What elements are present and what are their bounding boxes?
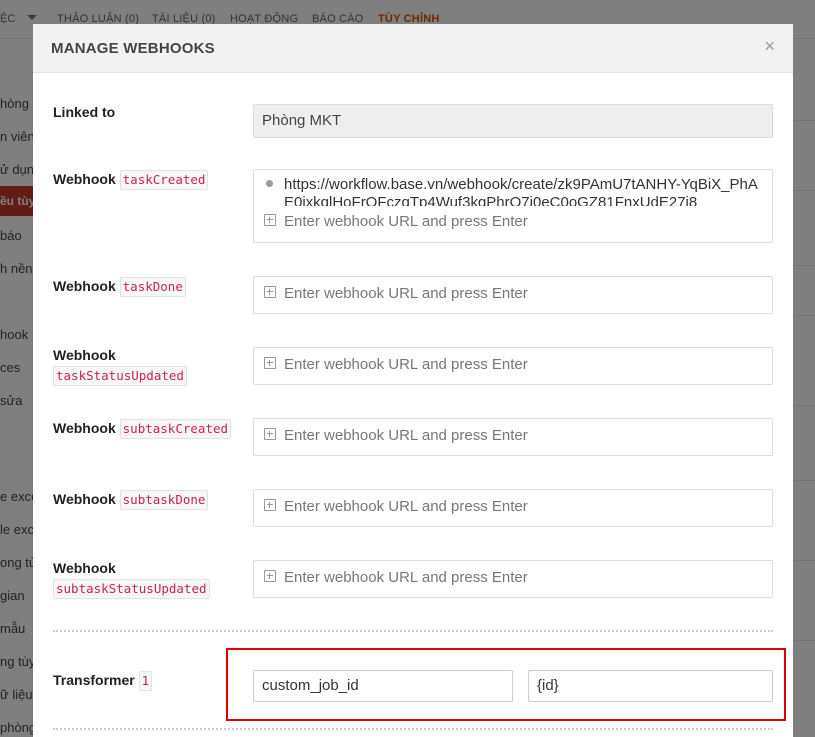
- webhook-subtask-done-field[interactable]: Enter webhook URL and press Enter: [253, 489, 773, 527]
- webhook-word: Webhook: [53, 278, 116, 294]
- linked-to-field: Phòng MKT: [253, 104, 773, 138]
- webhook-url-input[interactable]: Enter webhook URL and press Enter: [264, 569, 528, 586]
- event-code: subtaskDone: [119, 490, 209, 510]
- webhook-task-done-label: Webhook taskDone: [53, 276, 186, 297]
- webhook-url-item[interactable]: https://workflow.base.vn/webhook/create/…: [266, 176, 766, 206]
- section-divider: [53, 728, 773, 730]
- close-icon[interactable]: ×: [764, 36, 775, 57]
- plus-square-icon: [264, 570, 276, 582]
- webhook-url: https://workflow.base.vn/webhook/create/…: [284, 176, 758, 206]
- webhook-url-input[interactable]: Enter webhook URL and press Enter: [264, 498, 528, 515]
- linked-to-label: Linked to: [53, 104, 116, 120]
- linked-to-value: Phòng MKT: [262, 112, 342, 129]
- section-divider: [53, 630, 773, 632]
- plus-square-icon: [264, 286, 276, 298]
- webhook-word: Webhook: [53, 560, 116, 576]
- webhook-subtask-status-updated-field[interactable]: Enter webhook URL and press Enter: [253, 560, 773, 598]
- webhook-placeholder: Enter webhook URL and press Enter: [284, 498, 528, 515]
- webhook-url-input[interactable]: Enter webhook URL and press Enter: [264, 356, 528, 373]
- webhook-task-created-field[interactable]: https://workflow.base.vn/webhook/create/…: [253, 169, 773, 243]
- transformer-count-badge: 1: [138, 671, 153, 691]
- webhook-word: Webhook: [53, 171, 116, 187]
- webhook-placeholder: Enter webhook URL and press Enter: [284, 285, 528, 302]
- webhook-subtask-status-updated-label: Webhook subtaskStatusUpdated: [53, 558, 210, 599]
- webhook-subtask-created-field[interactable]: Enter webhook URL and press Enter: [253, 418, 773, 456]
- modal-header: MANAGE WEBHOOKS ×: [33, 24, 793, 73]
- event-code: subtaskStatusUpdated: [53, 579, 210, 599]
- plus-square-icon: [264, 499, 276, 511]
- plus-square-icon: [264, 428, 276, 440]
- webhook-subtask-created-label: Webhook subtaskCreated: [53, 418, 231, 439]
- webhook-placeholder: Enter webhook URL and press Enter: [284, 427, 528, 444]
- event-code: taskStatusUpdated: [53, 366, 187, 386]
- webhook-url-input[interactable]: Enter webhook URL and press Enter: [264, 213, 528, 230]
- plus-square-icon: [264, 357, 276, 369]
- webhook-task-created-label: Webhook taskCreated: [53, 169, 209, 190]
- event-code: taskCreated: [119, 170, 209, 190]
- bullet-icon: [266, 180, 273, 187]
- event-code: taskDone: [119, 277, 186, 297]
- plus-square-icon: [264, 214, 276, 226]
- transformer-label: Transformer 1: [53, 670, 153, 691]
- webhook-word: Webhook: [53, 347, 116, 363]
- webhook-url-input[interactable]: Enter webhook URL and press Enter: [264, 285, 528, 302]
- webhook-placeholder: Enter webhook URL and press Enter: [284, 569, 528, 586]
- webhook-placeholder: Enter webhook URL and press Enter: [284, 213, 528, 230]
- webhook-placeholder: Enter webhook URL and press Enter: [284, 356, 528, 373]
- manage-webhooks-modal: MANAGE WEBHOOKS × Linked to Phòng MKT We…: [33, 24, 793, 737]
- webhook-subtask-done-label: Webhook subtaskDone: [53, 489, 209, 510]
- event-code: subtaskCreated: [119, 419, 231, 439]
- transformer-title: Transformer: [53, 672, 135, 688]
- webhook-task-status-updated-label: Webhook taskStatusUpdated: [53, 345, 187, 386]
- webhook-task-done-field[interactable]: Enter webhook URL and press Enter: [253, 276, 773, 314]
- webhook-word: Webhook: [53, 491, 116, 507]
- highlight-box: [226, 648, 786, 721]
- modal-title: MANAGE WEBHOOKS: [51, 40, 215, 57]
- webhook-url-input[interactable]: Enter webhook URL and press Enter: [264, 427, 528, 444]
- webhook-task-status-updated-field[interactable]: Enter webhook URL and press Enter: [253, 347, 773, 385]
- webhook-word: Webhook: [53, 420, 116, 436]
